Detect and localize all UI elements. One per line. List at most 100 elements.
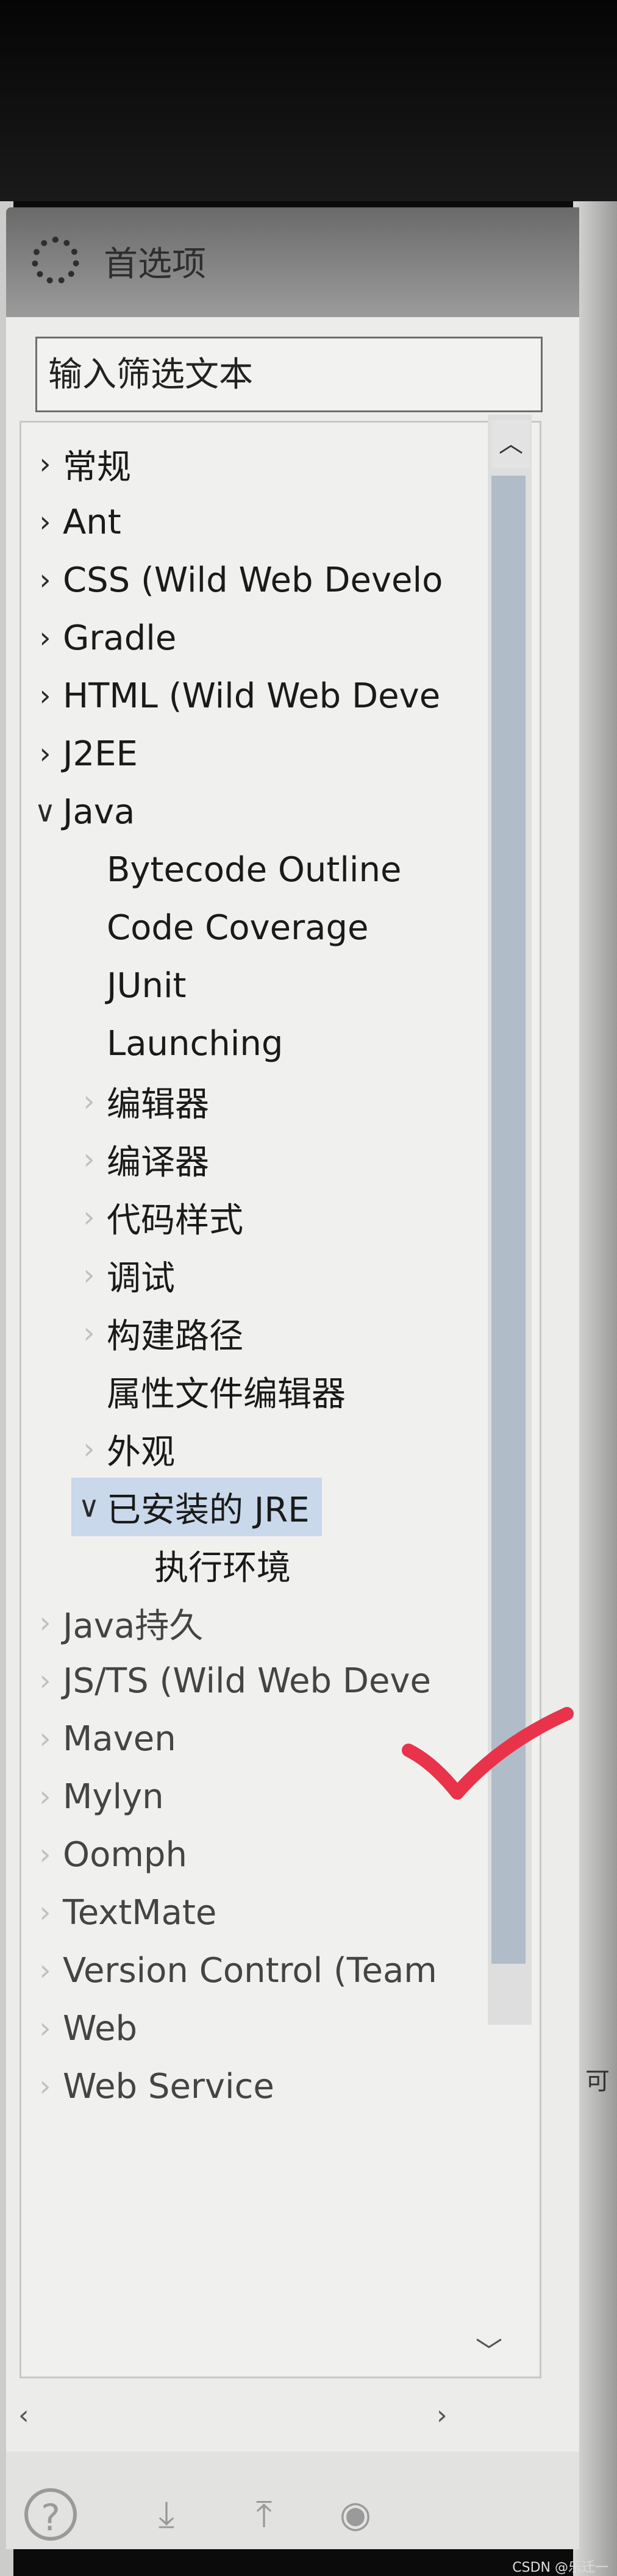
- chevron-right-icon[interactable]: ›: [71, 1258, 107, 1292]
- tree-item-label: JS/TS (Wild Web Deve: [63, 1661, 431, 1701]
- tree-item-installed-jre[interactable]: ∨ 已安装的 JRE: [71, 1478, 322, 1536]
- tree-item-java[interactable]: ∨ Java: [27, 782, 135, 841]
- bottom-toolbar: [6, 2452, 579, 2549]
- scroll-right-button[interactable]: ›: [437, 2400, 448, 2431]
- tree-item-label: Launching: [107, 1023, 284, 1064]
- tree-item[interactable]: › Mylyn: [27, 1767, 164, 1826]
- tree-item[interactable]: › Web Service: [27, 2057, 274, 2116]
- tree-item[interactable]: Launching: [71, 1014, 283, 1073]
- chevron-down-icon[interactable]: ∨: [27, 795, 63, 829]
- tree-item-label: Java持久: [63, 1606, 204, 1646]
- chevron-right-icon[interactable]: ›: [27, 2011, 63, 2045]
- chevron-right-icon[interactable]: ›: [71, 1142, 107, 1176]
- tree-item[interactable]: › Web: [27, 1999, 137, 2058]
- tree-item[interactable]: › 调试: [71, 1246, 175, 1304]
- tree-item-label: 常规: [63, 447, 131, 487]
- chevron-right-icon[interactable]: ›: [27, 1664, 63, 1698]
- preferences-dialog: 首选项 ›常规›Ant›CSS (Wild Web Develo›Gradle›…: [6, 207, 579, 2549]
- chevron-right-icon[interactable]: ›: [27, 1895, 63, 1930]
- filter-input[interactable]: [35, 337, 543, 412]
- tree-item-label: Oomph: [63, 1834, 187, 1875]
- tree-item-label: Bytecode Outline: [107, 850, 402, 890]
- chevron-right-icon[interactable]: ›: [71, 1432, 107, 1466]
- tree-item-label: HTML (Wild Web Deve: [63, 676, 441, 716]
- photo-background: [0, 0, 617, 201]
- tree-item-label: 执行环境: [154, 1548, 291, 1588]
- tree-item[interactable]: › 构建路径: [71, 1304, 243, 1362]
- tree-item[interactable]: › Maven: [27, 1709, 176, 1768]
- import-icon[interactable]: ⤓: [140, 2488, 193, 2541]
- tree-item[interactable]: › CSS (Wild Web Develo: [27, 551, 443, 609]
- tree-item-label: JUnit: [107, 965, 187, 1006]
- tree-item-execution-env[interactable]: 执行环境: [119, 1536, 291, 1594]
- preference-tree: › 常规 › Ant › CSS (Wild Web Develo › Gradle › HTML…: [20, 421, 541, 2378]
- scroll-up-button[interactable]: ︿: [491, 420, 530, 468]
- tree-item-label: Maven: [63, 1719, 176, 1759]
- tree-item[interactable]: › J2EE: [27, 724, 138, 783]
- tree-item-label: Code Coverage: [107, 907, 369, 948]
- chevron-right-icon[interactable]: ›: [71, 1316, 107, 1350]
- chevron-right-icon[interactable]: ›: [27, 679, 63, 713]
- tree-item[interactable]: Code Coverage: [71, 898, 368, 957]
- chevron-right-icon[interactable]: ›: [27, 1780, 63, 1814]
- tree-item[interactable]: › 常规: [27, 435, 131, 493]
- tree-item-label: 已安装的 JRE: [107, 1490, 310, 1530]
- tree-item[interactable]: JUnit: [71, 956, 187, 1015]
- background-fragment: 可: [585, 2067, 610, 2095]
- tree-item[interactable]: › Oomph: [27, 1825, 187, 1884]
- tree-item-label: Web: [63, 2008, 138, 2048]
- tree-item[interactable]: › 代码样式: [71, 1188, 243, 1247]
- tree-item-label: Java: [63, 792, 135, 832]
- tree-item-label: Gradle: [63, 618, 177, 658]
- tree-item-label: TextMate: [63, 1892, 217, 1933]
- window-title: 首选项: [104, 245, 206, 284]
- chevron-right-icon[interactable]: ›: [27, 737, 63, 771]
- watermark: CSDN @乐迁一: [512, 2560, 608, 2575]
- tree-item-label: 构建路径: [107, 1316, 243, 1356]
- tree-item-label: 编辑器: [107, 1084, 209, 1125]
- chevron-right-icon[interactable]: ›: [27, 1953, 63, 1987]
- record-icon[interactable]: ◉: [329, 2488, 382, 2541]
- tree-item[interactable]: › Ant: [27, 493, 121, 551]
- tree-item[interactable]: › JS/TS (Wild Web Deve: [27, 1651, 431, 1710]
- tree-item[interactable]: › Version Control (Team: [27, 1941, 437, 2000]
- tree-item-label: Mylyn: [63, 1776, 164, 1817]
- chevron-right-icon[interactable]: ›: [27, 505, 63, 539]
- chevron-right-icon[interactable]: ›: [27, 1606, 63, 1640]
- chevron-right-icon[interactable]: ›: [27, 1722, 63, 1756]
- scroll-left-button[interactable]: ‹: [18, 2400, 29, 2431]
- chevron-right-icon[interactable]: ›: [71, 1084, 107, 1118]
- export-icon[interactable]: ⤒: [238, 2488, 290, 2541]
- chevron-down-icon[interactable]: ∨: [71, 1490, 107, 1524]
- tree-item-label: J2EE: [63, 734, 138, 774]
- tree-item-label: 调试: [107, 1258, 175, 1298]
- tree-item-label: Web Service: [63, 2066, 274, 2106]
- gear-icon: [32, 237, 79, 284]
- chevron-right-icon[interactable]: ›: [27, 621, 63, 655]
- tree-item[interactable]: › HTML (Wild Web Deve: [27, 667, 440, 725]
- tree-item[interactable]: › Java持久: [27, 1594, 203, 1652]
- tree-item[interactable]: Bytecode Outline: [71, 840, 401, 899]
- tree-item-label: CSS (Wild Web Develo: [63, 560, 443, 600]
- chevron-right-icon[interactable]: ›: [27, 563, 63, 597]
- tree-item-label: Version Control (Team: [63, 1950, 437, 1991]
- tree-item[interactable]: › 外观: [71, 1420, 175, 1478]
- scroll-down-button[interactable]: ﹀: [476, 2330, 502, 2369]
- chevron-right-icon[interactable]: ›: [71, 1200, 107, 1234]
- tree-item[interactable]: › 编辑器: [71, 1072, 209, 1131]
- tree-item-label: 代码样式: [107, 1200, 243, 1240]
- chevron-right-icon[interactable]: ›: [27, 447, 63, 481]
- chevron-right-icon[interactable]: ›: [27, 2069, 63, 2103]
- tree-item[interactable]: › TextMate: [27, 1883, 216, 1942]
- background-window-right: 可: [573, 201, 617, 2576]
- tree-item-label: 属性文件编辑器: [107, 1374, 346, 1414]
- tree-item[interactable]: 属性文件编辑器: [71, 1362, 346, 1420]
- tree-item[interactable]: › 编译器: [71, 1130, 209, 1189]
- chevron-right-icon[interactable]: ›: [27, 1837, 63, 1872]
- help-icon[interactable]: ?: [24, 2488, 77, 2541]
- tree-item[interactable]: › Gradle: [27, 609, 176, 667]
- checkmark-icon: [402, 1707, 574, 1800]
- tree-item-label: 外观: [107, 1432, 175, 1472]
- tree-item-label: Ant: [63, 502, 121, 542]
- tree-item-label: 编译器: [107, 1142, 209, 1182]
